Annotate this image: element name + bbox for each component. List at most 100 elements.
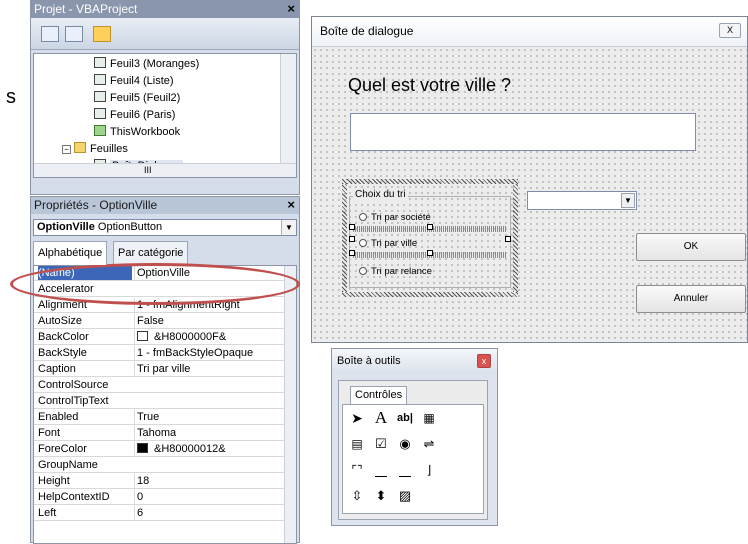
resize-handle[interactable] — [427, 250, 433, 256]
properties-panel: Propriétés - OptionVille × OptionVille O… — [30, 196, 300, 544]
chevron-down-icon[interactable]: ▼ — [281, 220, 296, 235]
property-value[interactable]: 1 - fmAlignmentRight — [134, 298, 286, 312]
tree-item-feuil5[interactable]: Feuil5 (Feuil2) — [94, 90, 180, 107]
object-selector[interactable]: OptionVille OptionButton ▼ — [33, 219, 297, 236]
tabstrip-tool-icon[interactable]: ⎽ — [395, 461, 415, 479]
property-name: BackColor — [38, 331, 89, 343]
properties-close-icon[interactable]: × — [287, 197, 295, 213]
radio-icon — [359, 239, 367, 247]
resize-handle[interactable] — [427, 224, 433, 230]
property-row[interactable]: ForeColor &H80000012& — [34, 442, 286, 457]
workbook-icon — [94, 125, 106, 136]
project-close-icon[interactable]: × — [287, 1, 295, 17]
chevron-down-icon[interactable]: ▼ — [621, 193, 635, 208]
tree-item-label: Feuil3 (Moranges) — [110, 58, 200, 70]
sort-combobox[interactable]: ▼ — [527, 191, 637, 210]
project-tree: Feuil3 (Moranges) Feuil4 (Liste) Feuil5 … — [33, 53, 297, 178]
resize-handle[interactable] — [349, 250, 355, 256]
question-label[interactable]: Quel est votre ville ? — [348, 75, 511, 96]
property-row[interactable]: Font Tahoma — [34, 426, 286, 441]
property-row[interactable]: (Name) OptionVille — [34, 266, 286, 281]
userform-canvas[interactable]: Quel est votre ville ? Choix du tri Tri … — [312, 47, 747, 342]
checkbox-tool-icon[interactable]: ☑ — [371, 435, 391, 453]
toggle-folders-button[interactable] — [93, 26, 111, 42]
collapse-icon[interactable]: − — [62, 145, 71, 154]
tree-folder-feuilles[interactable]: − Feuilles — [62, 141, 128, 158]
userform-window: Boîte de dialogue X Quel est votre ville… — [311, 16, 748, 343]
image-tool-icon[interactable]: ▨ — [395, 487, 415, 505]
close-icon[interactable]: x — [477, 354, 491, 368]
tab-par-categorie[interactable]: Par catégorie — [113, 241, 189, 265]
tab-controles[interactable]: Contrôles — [350, 386, 408, 404]
option-tri-societe[interactable]: Tri par société — [359, 212, 431, 223]
property-row[interactable]: Enabled True — [34, 410, 286, 425]
scrollbar-tool-icon[interactable]: ⇳ — [347, 487, 367, 505]
tree-item-label: Feuil6 (Paris) — [110, 109, 176, 121]
property-row[interactable]: HelpContextID 0 — [34, 490, 286, 505]
combobox-tool-icon[interactable]: ▦ — [419, 409, 439, 427]
property-row[interactable]: BackColor &H8000000F& — [34, 330, 286, 345]
listbox-tool-icon[interactable]: ▤ — [347, 435, 367, 453]
object-name: OptionVille — [37, 221, 95, 233]
property-value[interactable]: OptionVille — [134, 266, 286, 280]
property-value[interactable]: &H8000000F& — [134, 330, 286, 344]
spinbutton-tool-icon[interactable]: ⬍ — [371, 487, 391, 505]
tree-horizontal-scrollbar[interactable]: III — [34, 163, 296, 177]
property-value[interactable]: 1 - fmBackStyleOpaque — [134, 346, 286, 360]
property-row[interactable]: Accelerator — [34, 282, 286, 297]
option-tri-relance[interactable]: Tri par relance — [359, 266, 432, 277]
view-code-button[interactable] — [41, 26, 59, 42]
property-row[interactable]: ControlTipText — [34, 394, 286, 409]
commandbutton-tool-icon[interactable]: ⎽ — [371, 461, 391, 479]
resize-handle[interactable] — [349, 224, 355, 230]
property-row[interactable]: ControlSource — [34, 378, 286, 393]
resize-handle[interactable] — [505, 236, 511, 242]
tree-item-label: Feuil5 (Feuil2) — [110, 92, 181, 104]
tree-item-feuil6[interactable]: Feuil6 (Paris) — [94, 107, 175, 124]
togglebutton-tool-icon[interactable]: ⇌ — [419, 435, 439, 453]
sheet-icon — [94, 108, 106, 119]
close-icon[interactable]: X — [719, 23, 741, 38]
optionbutton-tool-icon[interactable]: ◉ — [395, 435, 415, 453]
sort-frame[interactable]: Choix du tri Tri par société Tri par vil… — [342, 179, 518, 297]
view-object-button[interactable] — [65, 26, 83, 42]
ok-button[interactable]: OK — [636, 233, 746, 261]
option-label: Tri par société — [371, 212, 431, 223]
properties-scrollbar[interactable] — [284, 266, 296, 543]
multipage-tool-icon[interactable]: ⌋ — [419, 461, 439, 479]
tab-alphabetique[interactable]: Alphabétique — [33, 241, 108, 265]
property-value[interactable]: Tri par ville — [134, 362, 286, 376]
property-row[interactable]: AutoSize False — [34, 314, 286, 329]
property-row[interactable]: Left 6 — [34, 506, 286, 521]
frame-tool-icon[interactable]: ⌜⌝ — [347, 461, 367, 479]
property-row[interactable]: Height 18 — [34, 474, 286, 489]
property-row[interactable]: BackStyle 1 - fmBackStyleOpaque — [34, 346, 286, 361]
property-name: Font — [38, 427, 61, 439]
property-value[interactable]: 0 — [134, 490, 286, 504]
color-swatch — [137, 331, 148, 341]
property-value[interactable]: &H80000012& — [134, 442, 286, 456]
cancel-button[interactable]: Annuler — [636, 285, 746, 313]
label-tool-icon[interactable]: A — [371, 409, 391, 427]
tree-item-feuil4[interactable]: Feuil4 (Liste) — [94, 73, 174, 90]
pointer-icon[interactable]: ➤ — [347, 409, 367, 427]
property-name: AutoSize — [38, 315, 83, 327]
property-row[interactable]: GroupName — [34, 458, 286, 473]
property-row[interactable]: Alignment 1 - fmAlignmentRight — [34, 298, 286, 313]
property-value[interactable]: 6 — [134, 506, 286, 520]
property-row[interactable]: Caption Tri par ville — [34, 362, 286, 377]
tree-vertical-scrollbar[interactable] — [280, 54, 296, 177]
property-name: Left — [38, 507, 57, 519]
property-value[interactable]: True — [134, 410, 286, 424]
property-value[interactable]: 18 — [134, 474, 286, 488]
property-value[interactable]: Tahoma — [134, 426, 286, 440]
resize-handle[interactable] — [349, 236, 355, 242]
tree-item-thisworkbook[interactable]: ThisWorkbook — [94, 124, 180, 141]
property-value[interactable]: False — [134, 314, 286, 328]
tree-item-feuil3[interactable]: Feuil3 (Moranges) — [94, 56, 199, 73]
city-textbox[interactable] — [350, 113, 696, 151]
radio-icon — [359, 267, 367, 275]
option-tri-ville[interactable]: Tri par ville — [359, 238, 417, 249]
textbox-tool-icon[interactable]: ab| — [395, 409, 415, 427]
project-explorer-panel: Projet - VBAProject × Feuil3 (Moranges) … — [30, 0, 300, 195]
